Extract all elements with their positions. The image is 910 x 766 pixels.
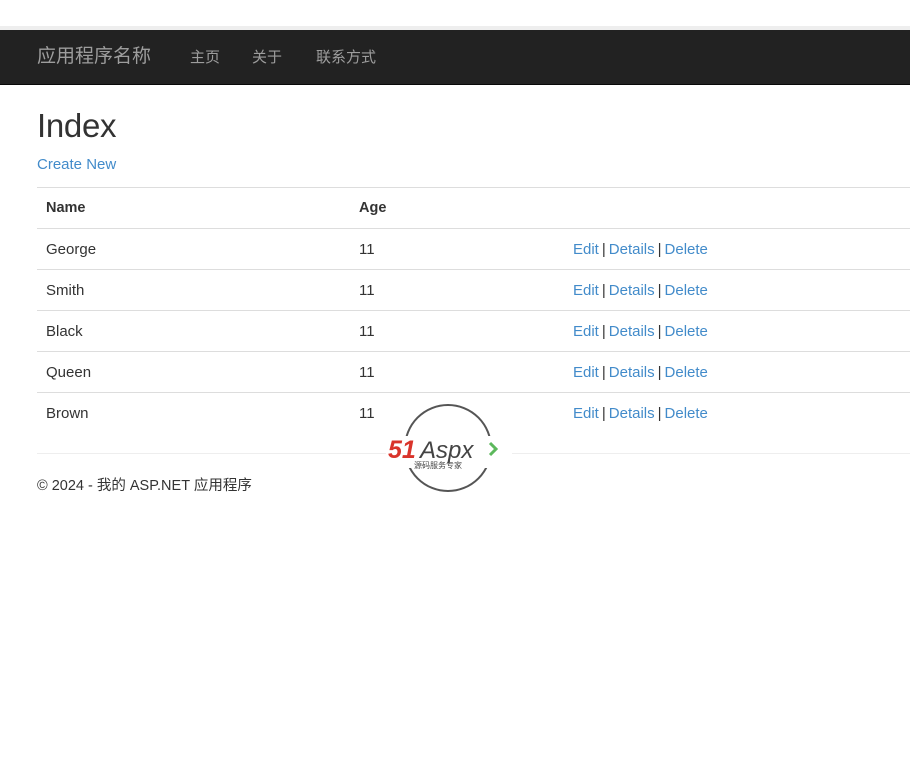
- cell-age: 11: [350, 269, 564, 311]
- cell-age: 11: [350, 351, 564, 393]
- details-link[interactable]: Details: [609, 282, 655, 299]
- separator: |: [601, 281, 606, 299]
- navbar: 应用程序名称 主页 关于 联系方式: [0, 30, 910, 85]
- column-header-age: Age: [350, 187, 564, 229]
- column-header-name: Name: [37, 187, 350, 229]
- edit-link[interactable]: Edit: [573, 241, 599, 258]
- cell-actions: Edit | Details | Delete: [564, 351, 910, 393]
- watermark-red-text: 51: [388, 436, 416, 464]
- details-link[interactable]: Details: [609, 323, 655, 340]
- separator: |: [657, 240, 662, 258]
- cell-name: Queen: [37, 351, 350, 393]
- footer-copyright: © 2024 - 我的 ASP.NET 应用程序: [37, 478, 252, 494]
- delete-link[interactable]: Delete: [665, 364, 708, 381]
- nav-link-home[interactable]: 主页: [190, 48, 220, 68]
- watermark-tagline: 源码服务专家: [414, 460, 462, 470]
- cell-actions: Edit | Details | Delete: [564, 310, 910, 352]
- separator: |: [601, 240, 606, 258]
- table-row: Queen 11 Edit | Details | Delete: [37, 351, 910, 393]
- table-row: Smith 11 Edit | Details | Delete: [37, 269, 910, 311]
- cell-actions: Edit | Details | Delete: [564, 228, 910, 270]
- watermark-dark-text: Aspx: [418, 437, 474, 464]
- details-link[interactable]: Details: [609, 241, 655, 258]
- table-row: Black 11 Edit | Details | Delete: [37, 310, 910, 352]
- edit-link[interactable]: Edit: [573, 364, 599, 381]
- delete-link[interactable]: Delete: [665, 405, 708, 422]
- edit-link[interactable]: Edit: [573, 323, 599, 340]
- delete-link[interactable]: Delete: [665, 241, 708, 258]
- watermark-logo: 51 Aspx 源码服务专家: [386, 404, 512, 492]
- cell-age: 11: [350, 228, 564, 270]
- cell-name: Black: [37, 310, 350, 352]
- separator: |: [657, 363, 662, 381]
- separator: |: [657, 281, 662, 299]
- cell-actions: Edit | Details | Delete: [564, 269, 910, 311]
- separator: |: [601, 363, 606, 381]
- edit-link[interactable]: Edit: [573, 405, 599, 422]
- page-title: Index: [37, 107, 117, 144]
- nav-link-about[interactable]: 关于: [252, 48, 282, 68]
- separator: |: [601, 322, 606, 340]
- people-table: Name Age George 11 Edit | Details | Delete S…: [37, 187, 910, 433]
- edit-link[interactable]: Edit: [573, 282, 599, 299]
- details-link[interactable]: Details: [609, 364, 655, 381]
- create-new-link[interactable]: Create New: [37, 155, 116, 175]
- cell-name: George: [37, 228, 350, 270]
- nav-link-contact[interactable]: 联系方式: [316, 48, 376, 68]
- table-header-row: Name Age: [37, 187, 910, 229]
- cell-actions: Edit | Details | Delete: [564, 392, 910, 433]
- cell-age: 11: [350, 310, 564, 352]
- delete-link[interactable]: Delete: [665, 282, 708, 299]
- separator: |: [657, 404, 662, 422]
- cell-name: Smith: [37, 269, 350, 311]
- column-header-actions: [564, 187, 910, 229]
- navbar-brand[interactable]: 应用程序名称: [37, 45, 151, 69]
- details-link[interactable]: Details: [609, 405, 655, 422]
- separator: |: [657, 322, 662, 340]
- table-row: George 11 Edit | Details | Delete: [37, 228, 910, 270]
- cell-name: Brown: [37, 392, 350, 433]
- delete-link[interactable]: Delete: [665, 323, 708, 340]
- separator: |: [601, 404, 606, 422]
